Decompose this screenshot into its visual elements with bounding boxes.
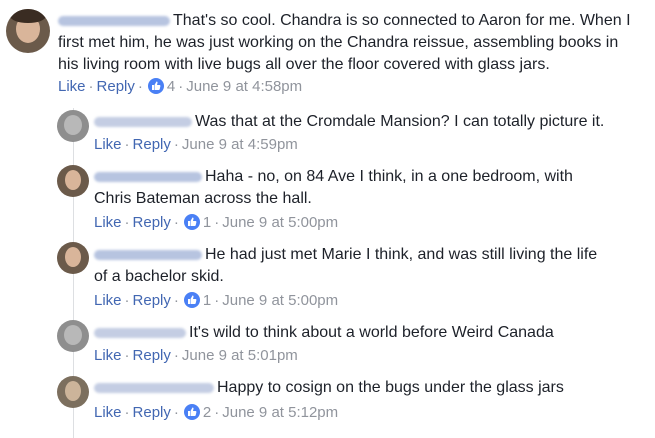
timestamp[interactable]: June 9 at 4:59pm: [182, 136, 298, 153]
commenter-name[interactable]: [94, 327, 186, 338]
commenter-name[interactable]: [94, 171, 202, 182]
reaction-count[interactable]: 1: [203, 292, 211, 309]
reply-link[interactable]: Reply: [133, 214, 171, 231]
comment-text: Happy to cosign on the bugs under the gl…: [217, 379, 564, 396]
comment-actions: Like · Reply · 4 · June 9 at 4:58pm: [58, 78, 302, 96]
separator: ·: [173, 404, 179, 421]
avatar[interactable]: [57, 110, 89, 142]
separator: ·: [124, 136, 130, 153]
timestamp[interactable]: June 9 at 5:00pm: [222, 292, 338, 309]
separator: ·: [173, 347, 179, 364]
reply-link[interactable]: Reply: [133, 292, 171, 309]
separator: ·: [124, 214, 130, 231]
like-link[interactable]: Like: [94, 347, 122, 364]
avatar[interactable]: [57, 376, 89, 408]
timestamp[interactable]: June 9 at 5:12pm: [222, 404, 338, 421]
separator: ·: [124, 292, 130, 309]
avatar[interactable]: [57, 242, 89, 274]
thumbs-up-icon[interactable]: [147, 78, 164, 94]
reply-link[interactable]: Reply: [133, 347, 171, 364]
timestamp[interactable]: June 9 at 5:01pm: [182, 347, 298, 364]
thumbs-up-icon[interactable]: [183, 292, 200, 308]
separator: ·: [88, 78, 94, 95]
timestamp[interactable]: June 9 at 4:58pm: [186, 78, 302, 95]
timestamp[interactable]: June 9 at 5:00pm: [222, 214, 338, 231]
commenter-name[interactable]: [94, 382, 214, 393]
separator: ·: [137, 78, 143, 95]
reply-link[interactable]: Reply: [97, 78, 135, 95]
comment-body: Happy to cosign on the bugs under the gl…: [94, 377, 634, 399]
like-link[interactable]: Like: [94, 136, 122, 153]
like-link[interactable]: Like: [94, 292, 122, 309]
avatar[interactable]: [57, 165, 89, 197]
separator: ·: [124, 404, 130, 421]
reaction-count[interactable]: 2: [203, 404, 211, 421]
comment-actions: Like · Reply · 2 · June 9 at 5:12pm: [94, 404, 338, 422]
comment-actions: Like · Reply · June 9 at 4:59pm: [94, 136, 298, 154]
like-link[interactable]: Like: [58, 78, 86, 95]
comment-body: That's so cool. Chandra is so connected …: [58, 10, 638, 76]
comment-actions: Like · Reply · June 9 at 5:01pm: [94, 347, 298, 365]
separator: ·: [173, 136, 179, 153]
avatar[interactable]: [6, 9, 50, 53]
comment-text: Was that at the Cromdale Mansion? I can …: [195, 113, 605, 130]
separator: ·: [214, 404, 220, 421]
comment-actions: Like · Reply · 1 · June 9 at 5:00pm: [94, 292, 338, 310]
comment-body: Haha - no, on 84 Ave I think, in a one b…: [94, 166, 594, 210]
like-link[interactable]: Like: [94, 214, 122, 231]
reaction-count[interactable]: 1: [203, 214, 211, 231]
like-link[interactable]: Like: [94, 404, 122, 421]
reply-link[interactable]: Reply: [133, 404, 171, 421]
separator: ·: [178, 78, 184, 95]
reaction-count[interactable]: 4: [167, 78, 175, 95]
comment-actions: Like · Reply · 1 · June 9 at 5:00pm: [94, 214, 338, 232]
comment-body: It's wild to think about a world before …: [94, 322, 634, 344]
separator: ·: [214, 214, 220, 231]
reply-link[interactable]: Reply: [133, 136, 171, 153]
separator: ·: [214, 292, 220, 309]
thumbs-up-icon[interactable]: [183, 214, 200, 230]
comment-body: Was that at the Cromdale Mansion? I can …: [94, 111, 634, 133]
separator: ·: [173, 292, 179, 309]
commenter-name[interactable]: [94, 249, 202, 260]
comment-text: It's wild to think about a world before …: [189, 324, 554, 341]
avatar[interactable]: [57, 320, 89, 352]
separator: ·: [124, 347, 130, 364]
commenter-name[interactable]: [58, 15, 170, 26]
comment-body: He had just met Marie I think, and was s…: [94, 244, 614, 288]
commenter-name[interactable]: [94, 116, 192, 127]
thumbs-up-icon[interactable]: [183, 404, 200, 420]
separator: ·: [173, 214, 179, 231]
